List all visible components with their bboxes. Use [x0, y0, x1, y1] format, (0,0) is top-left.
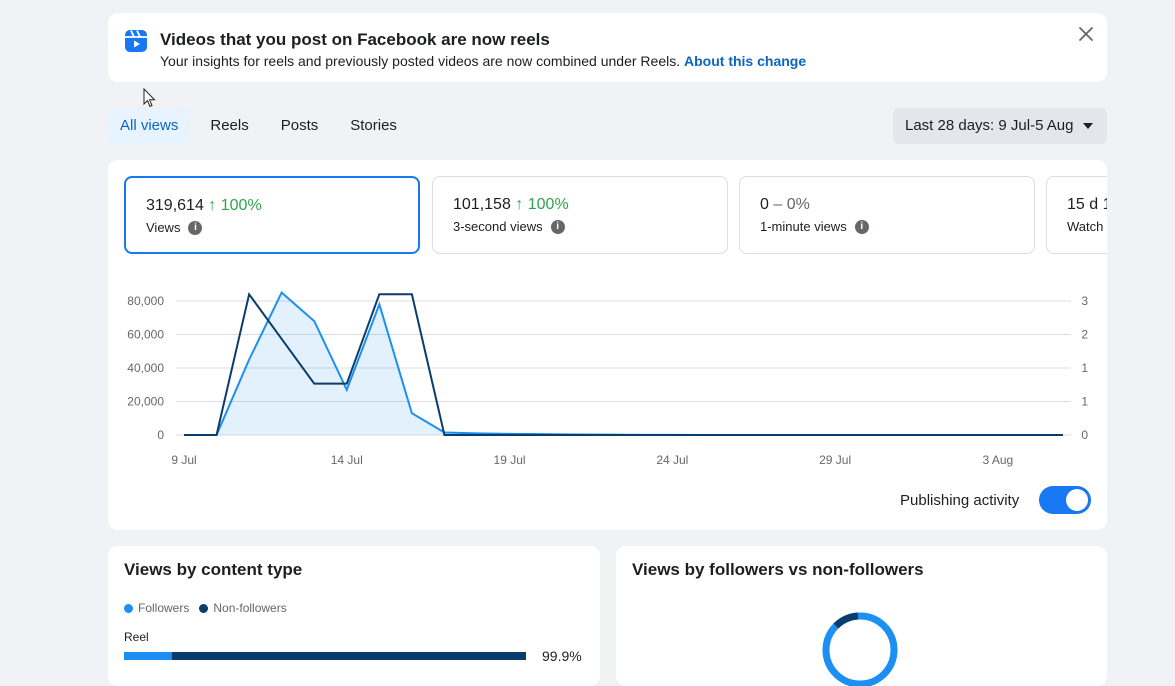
- non-followers-dot-icon: [199, 603, 209, 613]
- x-tick-label: 29 Jul: [819, 453, 851, 467]
- mouse-cursor-icon: [143, 88, 156, 108]
- reel-percent: 99.9%: [542, 648, 582, 664]
- content-type-title: Views by content type: [124, 560, 303, 579]
- reels-icon: [125, 30, 147, 52]
- x-tick-label: 3 Aug: [983, 453, 1014, 467]
- y-right-tick-label: 1: [1081, 395, 1088, 409]
- y-right-tick-label: 3: [1081, 294, 1088, 308]
- y-right-tick-label: 2: [1081, 328, 1088, 342]
- publishing-activity-label: Publishing activity: [900, 492, 1020, 509]
- publishing-activity-toggle[interactable]: [1039, 486, 1091, 514]
- toggle-knob: [1066, 489, 1088, 511]
- y-left-tick-label: 0: [157, 428, 164, 442]
- legend-non-followers: Non-followers: [213, 601, 287, 615]
- legend-followers: Followers: [138, 601, 190, 615]
- date-range-label: Last 28 days: 9 Jul-5 Aug: [905, 117, 1074, 134]
- views-line-chart: 0 0 20,000 1 40,000 1 60,000 2 80,000 3 9 Jul 14 Ju…: [127, 291, 1088, 467]
- tab-posts[interactable]: Posts: [269, 108, 331, 144]
- x-tick-label: 24 Jul: [656, 453, 688, 467]
- y-left-tick-label: 80,000: [127, 294, 164, 308]
- y-right-tick-label: 0: [1081, 428, 1088, 442]
- y-right-tick-label: 1: [1081, 361, 1088, 375]
- followers-donut-chart: [822, 612, 898, 686]
- views-by-followers-card: Views by followers vs non-followers: [616, 546, 1107, 686]
- reel-bar: [124, 652, 526, 660]
- close-icon[interactable]: [1077, 25, 1095, 43]
- reels-notice-banner: Videos that you post on Facebook are now…: [108, 13, 1107, 82]
- followers-dot-icon: [124, 603, 133, 613]
- content-type-legend: Followers Non-followers: [124, 601, 287, 615]
- view-tabs: All views Reels Posts Stories: [108, 108, 417, 144]
- tab-all-views[interactable]: All views: [108, 108, 191, 144]
- series-area: [184, 292, 1063, 435]
- notice-title: Videos that you post on Facebook are now…: [160, 30, 550, 49]
- notice-description: Your insights for reels and previously p…: [160, 53, 806, 69]
- reel-row-label: Reel: [124, 630, 149, 644]
- views-chart-card: 319,614 ↑ 100% Views i 101,158 ↑ 100% 3-…: [108, 160, 1107, 530]
- y-left-tick-label: 20,000: [127, 395, 164, 409]
- tab-stories[interactable]: Stories: [338, 108, 409, 144]
- about-this-change-link[interactable]: About this change: [684, 53, 806, 69]
- x-tick-label: 14 Jul: [331, 453, 363, 467]
- date-range-dropdown[interactable]: Last 28 days: 9 Jul-5 Aug: [893, 108, 1107, 144]
- tab-reels[interactable]: Reels: [198, 108, 260, 144]
- x-tick-label: 19 Jul: [494, 453, 526, 467]
- caret-down-icon: [1083, 123, 1093, 129]
- y-left-tick-label: 60,000: [127, 328, 164, 342]
- reel-bar-followers: [124, 652, 173, 660]
- followers-card-title: Views by followers vs non-followers: [632, 560, 924, 579]
- x-tick-label: 9 Jul: [171, 453, 196, 467]
- notice-description-text: Your insights for reels and previously p…: [160, 53, 681, 69]
- views-by-content-type-card: Views by content type Followers Non-foll…: [108, 546, 600, 686]
- y-left-tick-label: 40,000: [127, 361, 164, 375]
